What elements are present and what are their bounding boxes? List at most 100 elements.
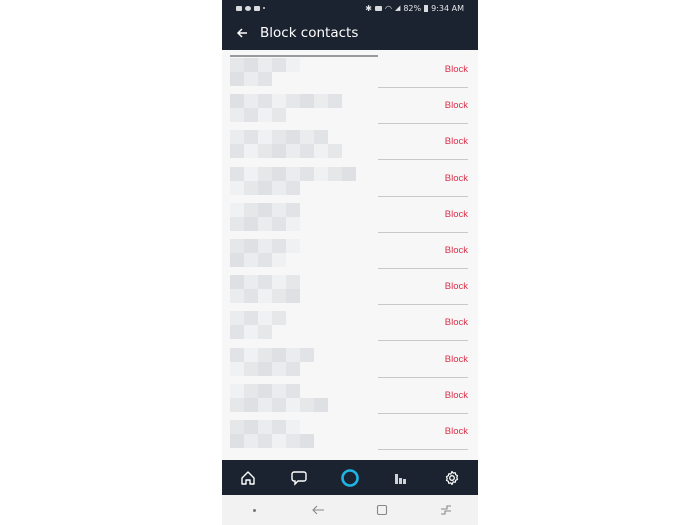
blur-cell — [258, 130, 272, 145]
block-button[interactable]: Block — [445, 209, 468, 220]
blur-cell — [258, 144, 272, 159]
blur-cell — [314, 397, 328, 412]
block-button[interactable]: Block — [445, 100, 468, 111]
blur-cell — [300, 434, 314, 448]
blur-line — [230, 180, 356, 195]
blur-cell — [230, 130, 244, 145]
blur-cell — [272, 130, 286, 145]
contact-row: Block — [222, 197, 478, 233]
blur-cell — [258, 361, 272, 376]
blur-line — [230, 420, 314, 434]
blur-cell — [244, 216, 258, 231]
blur-cell — [244, 72, 258, 86]
contact-row: Block — [222, 161, 478, 197]
mute-icon — [374, 5, 382, 11]
blur-cell — [244, 361, 258, 376]
nav-alexa[interactable] — [338, 466, 362, 490]
nav-communicate[interactable] — [287, 466, 311, 490]
sys-back-button[interactable] — [308, 500, 328, 520]
blur-line — [230, 253, 300, 267]
home-icon — [240, 470, 255, 485]
blur-cell — [258, 94, 272, 109]
blur-cell — [286, 94, 300, 109]
blur-cell — [272, 434, 286, 448]
blur-cell — [286, 420, 300, 434]
status-bar: ✱ ◠ ◢ 82% 9:34 AM — [222, 0, 478, 16]
block-button[interactable]: Block — [445, 354, 468, 365]
mail-icon — [254, 5, 260, 11]
arrow-left-icon — [236, 28, 247, 38]
blur-line — [230, 325, 286, 340]
signal-icon: ◢ — [394, 4, 401, 12]
block-button[interactable]: Block — [445, 390, 468, 401]
gallery-icon — [236, 5, 242, 11]
block-button[interactable]: Block — [445, 173, 468, 184]
contact-name-blurred — [230, 239, 300, 267]
blur-cell — [272, 94, 286, 109]
blur-line — [230, 130, 342, 145]
blur-line — [230, 94, 342, 109]
blur-cell — [244, 58, 258, 72]
nav-settings[interactable] — [440, 466, 464, 490]
blur-cell — [230, 239, 244, 253]
blur-cell — [286, 434, 300, 448]
nav-home[interactable] — [236, 466, 260, 490]
settings-status-icon — [245, 5, 251, 11]
app-header: Block contacts — [222, 16, 478, 50]
blur-cell — [272, 383, 286, 398]
bottom-nav — [222, 460, 478, 495]
blur-cell — [244, 325, 258, 340]
block-button[interactable]: Block — [445, 245, 468, 256]
blur-cell — [244, 289, 258, 304]
status-right-icons: ✱ ◠ ◢ 82% 9:34 AM — [365, 4, 478, 13]
blur-line — [230, 216, 300, 231]
block-button[interactable]: Block — [445, 317, 468, 328]
blur-cell — [244, 239, 258, 253]
blur-cell — [342, 166, 356, 181]
blur-cell — [300, 144, 314, 159]
blur-cell — [244, 253, 258, 267]
contact-row: Block — [222, 52, 478, 88]
contact-row: Block — [222, 269, 478, 306]
block-button[interactable]: Block — [445, 64, 468, 75]
blur-cell — [258, 325, 272, 340]
contact-name-blurred — [230, 347, 314, 376]
contact-name-blurred — [230, 166, 356, 195]
blur-cell — [286, 383, 300, 398]
battery-icon — [424, 4, 429, 12]
sys-home-button[interactable] — [372, 500, 392, 520]
blur-line — [230, 361, 314, 376]
blur-cell — [286, 361, 300, 376]
block-button[interactable]: Block — [445, 426, 468, 437]
recents-icon — [441, 505, 451, 515]
blur-cell — [258, 239, 272, 253]
back-button[interactable] — [234, 25, 250, 41]
sys-dot[interactable] — [244, 500, 264, 520]
blur-line — [230, 72, 300, 86]
blur-cell — [244, 144, 258, 159]
blur-cell — [230, 311, 244, 326]
blur-cell — [230, 289, 244, 304]
dot-icon — [263, 7, 265, 9]
blur-line — [230, 383, 328, 398]
contact-name-blurred — [230, 275, 300, 304]
blur-cell — [244, 130, 258, 145]
contact-row: Block — [222, 414, 478, 450]
blur-cell — [258, 434, 272, 448]
blur-cell — [300, 166, 314, 181]
blur-cell — [230, 325, 244, 340]
blur-cell — [230, 108, 244, 123]
blur-cell — [230, 144, 244, 159]
block-button[interactable]: Block — [445, 136, 468, 147]
settings-icon — [446, 470, 459, 485]
blur-cell — [272, 166, 286, 181]
blur-cell — [328, 166, 342, 181]
sys-recents-button[interactable] — [436, 500, 456, 520]
blur-cell — [272, 311, 286, 326]
blur-cell — [286, 397, 300, 412]
blur-cell — [272, 289, 286, 304]
block-button[interactable]: Block — [445, 281, 468, 292]
blur-cell — [286, 216, 300, 231]
blur-cell — [244, 347, 258, 362]
nav-activity[interactable] — [389, 466, 413, 490]
